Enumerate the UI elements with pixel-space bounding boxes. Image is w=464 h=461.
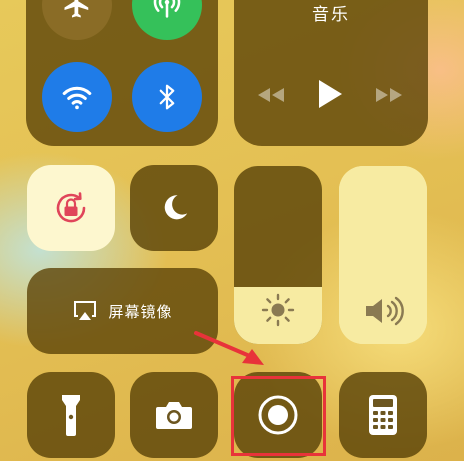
rewind-button[interactable] [250,80,290,110]
screen-recording-highlight [231,376,326,456]
screen-mirroring-label: 屏幕镜像 [108,303,173,321]
airplay-icon [74,301,97,320]
fast-forward-icon [376,88,402,102]
do-not-disturb-toggle[interactable] [130,165,218,251]
cellular-data-toggle[interactable] [132,0,202,40]
orientation-lock-toggle[interactable] [27,165,115,251]
calculator-button[interactable] [339,372,427,458]
sun-icon [261,293,295,327]
connectivity-module [26,0,218,146]
fast-forward-button[interactable] [370,80,410,110]
antenna-icon [153,0,181,18]
moon-icon [164,195,188,220]
annotation-arrow-icon [194,331,264,365]
music-title: 音乐 [312,5,350,24]
volume-slider[interactable] [339,166,427,344]
play-icon [319,80,342,108]
brightness-slider[interactable] [234,166,322,344]
bluetooth-icon [159,84,175,110]
rewind-icon [258,88,284,102]
speaker-icon [366,296,404,326]
airplane-icon [64,0,89,18]
wifi-toggle[interactable] [42,62,112,132]
flashlight-icon [62,395,80,436]
bluetooth-toggle[interactable] [132,62,202,132]
airplane-mode-toggle[interactable] [42,0,112,40]
camera-icon [156,402,192,429]
calculator-icon [369,395,397,435]
rotation-lock-icon [56,192,86,223]
flashlight-button[interactable] [27,372,115,458]
wifi-icon [62,86,92,110]
camera-button[interactable] [130,372,218,458]
play-button[interactable] [310,74,350,114]
